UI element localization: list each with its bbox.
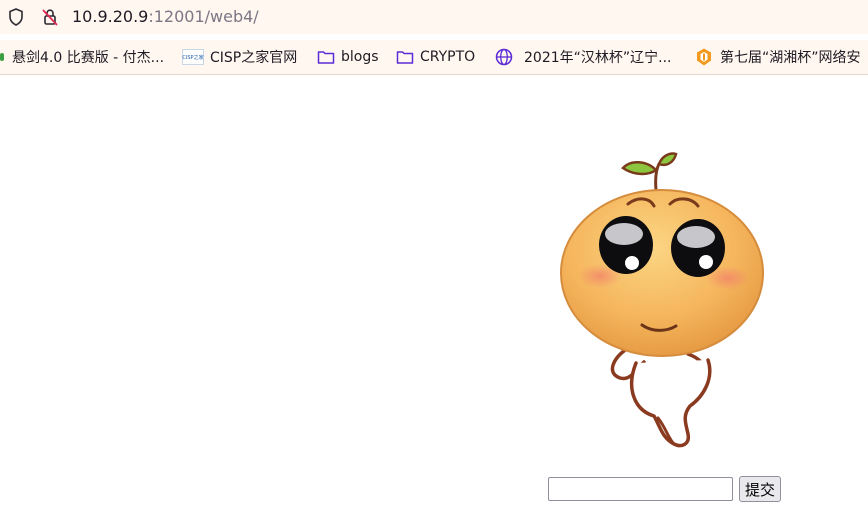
- bookmark-label: CRYPTO: [420, 49, 476, 65]
- bookmark-label: CISP之家官网: [210, 50, 298, 66]
- shield-icon[interactable]: [6, 7, 26, 27]
- leaf-icon: [0, 53, 4, 61]
- submit-form: 提交: [548, 476, 782, 502]
- bookmark-label: 悬剑4.0 比赛版 - 付杰...: [12, 50, 165, 66]
- bookmarks-toolbar: 悬剑4.0 比赛版 - 付杰... CISP之家 CISP之家官网 blogs …: [0, 40, 868, 75]
- bookmark-item-hanlin[interactable]: 2021年“汉林杯”辽宁...: [494, 47, 672, 67]
- submit-button[interactable]: 提交: [739, 476, 782, 502]
- bookmark-folder-blogs[interactable]: blogs: [317, 47, 379, 67]
- bookmark-label: blogs: [341, 49, 379, 65]
- bookmark-folder-crypto[interactable]: CRYPTO: [396, 47, 475, 67]
- bookmark-label: 第七届“湖湘杯”网络安: [720, 50, 861, 66]
- bookmark-item-cisp[interactable]: CISP之家 CISP之家官网: [182, 47, 297, 67]
- bookmark-label: 2021年“汉林杯”辽宁...: [524, 50, 672, 66]
- address-bar[interactable]: 10.9.20.9:12001/web4/: [0, 0, 868, 34]
- insecure-lock-icon[interactable]: [40, 7, 60, 27]
- orange-mascot-image: [560, 152, 764, 448]
- globe-icon: [495, 48, 513, 66]
- url-path: :12001/web4/: [148, 7, 259, 26]
- folder-icon: [396, 51, 414, 64]
- cisp-logo-icon: CISP之家: [182, 49, 204, 65]
- folder-icon: [317, 51, 335, 64]
- text-input[interactable]: [548, 477, 733, 501]
- url-host: 10.9.20.9: [72, 7, 149, 26]
- bookmark-item-xuanjian[interactable]: 悬剑4.0 比赛版 - 付杰...: [0, 47, 164, 67]
- bookmark-item-huxiang[interactable]: 第七届“湖湘杯”网络安: [694, 47, 861, 67]
- url-text[interactable]: 10.9.20.9:12001/web4/: [72, 7, 259, 27]
- shield-logo-icon: [697, 48, 711, 66]
